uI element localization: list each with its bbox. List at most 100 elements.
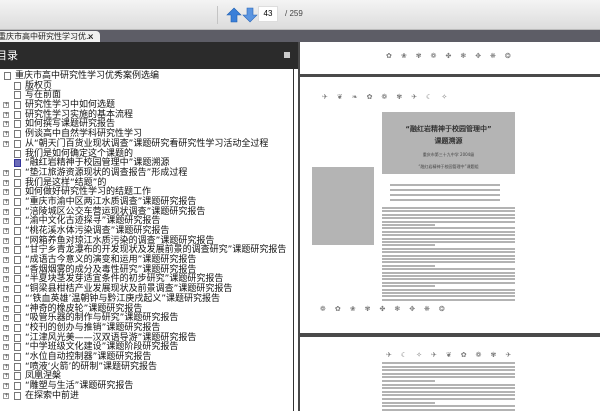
text-line xyxy=(382,369,515,372)
outline-item[interactable]: + 例谈高中自然学科研究性学习 xyxy=(0,129,293,139)
outline-item[interactable]: + “甘宁乡青龙瀑布的开发现状及发展前景的调查研究”课题研究报告 xyxy=(0,245,293,255)
outline-item[interactable]: + 研究性学习实施的基本流程 xyxy=(0,110,293,120)
outline-item[interactable]: + 我们是这样“结题”的 xyxy=(0,178,293,188)
bookmark-page-icon xyxy=(14,246,21,255)
outline-item[interactable]: + “铜梁县柑桔产业发展现状及前景调查”课题研究报告 xyxy=(0,284,293,294)
expand-icon[interactable]: + xyxy=(3,305,9,312)
outline-item[interactable]: + “桃花溪水体污染调查”课题研究报告 xyxy=(0,226,293,236)
expand-icon[interactable]: + xyxy=(3,208,9,215)
outline-item[interactable]: “融红岩精神于校园管理中”课题溯源 xyxy=(0,158,293,168)
expand-icon[interactable]: + xyxy=(3,237,9,244)
expand-icon[interactable]: + xyxy=(3,218,9,225)
outline-item[interactable]: + “半夏块茎发芽适宜条件的初步研究”课题研究报告 xyxy=(0,274,293,284)
expand-icon[interactable]: + xyxy=(3,131,9,138)
outline-item-label: 凤凰涅槃 xyxy=(25,371,62,382)
outline-item-label: “渝中文化古迹探寻”课题研究报告 xyxy=(25,216,161,227)
expand-icon[interactable]: + xyxy=(3,121,9,128)
expand-icon[interactable]: + xyxy=(3,179,9,186)
outline-item[interactable]: + “喷液‘火箭’的研制”课题研究报告 xyxy=(0,362,293,372)
outline-item[interactable]: + “重庆市渝中区两江水质调查”课题研究报告 xyxy=(0,197,293,207)
outline-item[interactable]: + “中学班级文化建设”课题阶段研究报告 xyxy=(0,342,293,352)
arrow-up-icon[interactable] xyxy=(226,7,242,23)
expand-icon[interactable]: + xyxy=(3,334,9,341)
bookmark-page-icon xyxy=(14,188,21,197)
text-line xyxy=(382,241,515,243)
outline-item[interactable]: + “雕塑与生活”课题研究报告 xyxy=(0,381,293,391)
expand-icon[interactable]: + xyxy=(3,363,9,370)
expand-icon[interactable]: + xyxy=(3,189,9,196)
page-number-input[interactable]: 43 xyxy=(258,6,278,22)
text-line xyxy=(382,292,515,294)
bookmark-page-icon xyxy=(14,372,21,381)
expand-icon[interactable]: + xyxy=(3,228,9,234)
expand-icon[interactable]: + xyxy=(3,111,9,118)
expand-icon[interactable]: + xyxy=(3,315,9,322)
outline-item[interactable]: + 如何撰写课题研究报告 xyxy=(0,119,293,129)
bookmark-page-icon xyxy=(14,130,21,139)
text-line xyxy=(382,227,515,230)
text-line xyxy=(382,220,515,223)
expand-icon[interactable]: + xyxy=(3,286,9,293)
expand-icon[interactable]: + xyxy=(3,140,9,147)
text-line xyxy=(382,281,515,284)
outline-item[interactable]: + “神奇的橡皮轮”课题研究报告 xyxy=(0,304,293,314)
outline-item[interactable]: + 从“朝天门百货业现状调查”课题研究看研究性学习活动全过程 xyxy=(0,139,293,149)
outline-item[interactable]: + “校刊的创办与推销”课题研究报告 xyxy=(0,323,293,333)
bookmark-page-icon xyxy=(14,304,21,313)
bookmark-page-icon xyxy=(14,343,21,352)
outline-item[interactable]: 版权页 xyxy=(0,81,293,91)
text-line xyxy=(382,288,515,291)
outline-item[interactable]: 重庆市高中研究性学习优秀案例选编 xyxy=(0,71,293,81)
expand-icon[interactable]: + xyxy=(3,102,9,109)
collapse-panel-icon[interactable] xyxy=(284,52,290,58)
expand-icon[interactable]: + xyxy=(3,266,9,273)
expand-icon[interactable]: + xyxy=(3,257,9,264)
expand-icon[interactable]: + xyxy=(3,383,9,389)
text-line xyxy=(382,247,515,250)
expand-icon[interactable]: + xyxy=(3,169,9,176)
expand-icon[interactable]: + xyxy=(3,198,9,205)
text-line xyxy=(382,217,515,220)
outline-item[interactable]: + “成语古今意义的演变和运用”课题研究报告 xyxy=(0,255,293,265)
outline-item[interactable]: + “香烟烟雾的成分及毒性研究”课题研究报告 xyxy=(0,265,293,275)
outline-item[interactable]: 我们是如何确定这个课题的 xyxy=(0,149,293,159)
bookmark-page-icon xyxy=(14,391,21,400)
outline-item[interactable]: + “江津风光美——汉双语导游”课题研究报告 xyxy=(0,333,293,343)
text-line xyxy=(382,298,515,301)
arrow-down-icon[interactable] xyxy=(242,7,258,23)
expand-icon[interactable]: + xyxy=(3,373,9,380)
outline-item[interactable]: + “水位自动控制器”课题研究报告 xyxy=(0,352,293,362)
outline-item[interactable]: + “垫江旅游资源现状的调查报告”形成过程 xyxy=(0,168,293,178)
outline-item[interactable]: + 在探索中前进 xyxy=(0,391,293,401)
text-line xyxy=(382,254,515,257)
expand-icon[interactable]: + xyxy=(3,247,9,254)
bookmark-page-icon xyxy=(14,236,21,245)
outline-item[interactable]: + “涪陵城区公交车营运现状调查”课题研究报告 xyxy=(0,207,293,217)
expand-icon[interactable]: + xyxy=(3,392,9,399)
outline-item[interactable]: + “‘铁血英雄’温朝钟与黔江庚戌起义”课题研究报告 xyxy=(0,294,293,304)
outline-item[interactable]: + 研究性学习中如何选题 xyxy=(0,100,293,110)
article-title-box: “融红岩精神于校园管理中” 课题溯源 重庆市第三十九中学 2004级 “融红岩精… xyxy=(382,112,515,174)
text-line xyxy=(382,261,515,264)
outline-item[interactable]: + “渝中文化古迹探寻”课题研究报告 xyxy=(0,216,293,226)
expand-icon[interactable]: + xyxy=(3,295,9,302)
outline-item-label: “桃花溪水体污染调查”课题研究报告 xyxy=(25,226,170,236)
close-icon[interactable]: × xyxy=(87,31,94,42)
outline-item[interactable]: + 凤凰涅槃 xyxy=(0,371,293,381)
expand-icon[interactable]: + xyxy=(3,344,9,351)
outline-item[interactable]: + “网箱养鱼对琼江水质污染的调查”课题研究报告 xyxy=(0,236,293,246)
bookmark-page-icon xyxy=(14,139,21,148)
outline-item[interactable]: + 如何做好研究性学习的结题工作 xyxy=(0,187,293,197)
toolbar-divider xyxy=(217,6,218,24)
document-viewer: ✿❀✾❁✤❃✥❋❂ ✈❦❧✿❁✾✈☾✧ “融红岩精神于校园管理中” 课题溯源 重… xyxy=(298,42,600,411)
expand-icon[interactable]: + xyxy=(3,324,9,331)
outline-item-label: “校刊的创办与推销”课题研究报告 xyxy=(25,322,161,333)
outline-item[interactable]: + “吸管乐器的制作与研究”课题研究报告 xyxy=(0,313,293,323)
outline-item-label: 重庆市高中研究性学习优秀案例选编 xyxy=(15,71,160,81)
text-line xyxy=(382,268,515,271)
expand-icon[interactable]: + xyxy=(3,276,9,283)
text-line xyxy=(382,401,436,404)
outline-item[interactable]: 写在前面 xyxy=(0,90,293,100)
expand-icon[interactable]: + xyxy=(3,353,9,360)
text-line xyxy=(382,390,515,393)
